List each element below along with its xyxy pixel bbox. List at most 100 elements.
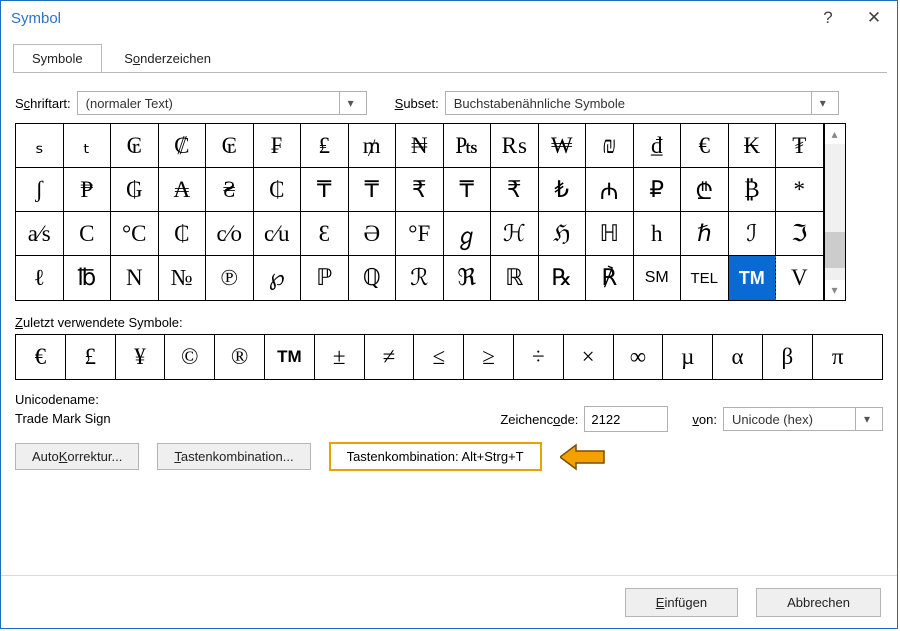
symbol-cell[interactable]: ʃ [16, 168, 64, 212]
symbol-cell[interactable]: ₸ [444, 168, 492, 212]
recent-symbol-cell[interactable]: ≤ [414, 335, 464, 379]
symbol-cell[interactable]: ₨ [491, 124, 539, 168]
recent-symbol-cell[interactable]: µ [663, 335, 713, 379]
recent-symbol-cell[interactable]: ∞ [614, 335, 664, 379]
symbol-grid[interactable]: ₛₜ₢₡₢₣₤₥₦₧₨₩₪₫€₭₮ʃ₱₲₳₴₵₸₸₹₸₹₺₼₽₾₿*a⁄sC°C… [15, 123, 824, 301]
symbol-cell[interactable]: h [634, 212, 682, 256]
symbol-cell[interactable]: N [111, 256, 159, 300]
symbol-cell[interactable]: TEL [681, 256, 729, 300]
symbol-cell[interactable]: ₵ [254, 168, 302, 212]
recent-symbol-cell[interactable]: α [713, 335, 763, 379]
symbol-cell[interactable]: ℞ [539, 256, 587, 300]
symbol-cell[interactable]: a⁄s [16, 212, 64, 256]
recent-symbol-cell[interactable]: π [813, 335, 863, 379]
grid-scrollbar[interactable]: ▴ ▾ [824, 123, 846, 301]
symbol-cell[interactable]: ℙ [301, 256, 349, 300]
recent-symbol-cell[interactable]: × [564, 335, 614, 379]
recent-symbol-cell[interactable]: ÷ [514, 335, 564, 379]
symbol-cell[interactable]: ₱ [64, 168, 112, 212]
symbol-cell[interactable]: ₦ [396, 124, 444, 168]
symbol-cell[interactable]: € [681, 124, 729, 168]
recent-symbol-cell[interactable]: ≥ [464, 335, 514, 379]
symbol-cell[interactable]: ₹ [491, 168, 539, 212]
symbol-cell[interactable]: ℔ [64, 256, 112, 300]
symbol-cell[interactable]: ₼ [586, 168, 634, 212]
recent-symbol-cell[interactable]: β [763, 335, 813, 379]
symbol-cell[interactable]: ℛ [396, 256, 444, 300]
scroll-thumb[interactable] [825, 232, 845, 268]
insert-button[interactable]: Einfügen [625, 588, 738, 617]
symbol-cell[interactable]: ₛ [16, 124, 64, 168]
symbol-cell[interactable]: ₫ [634, 124, 682, 168]
symbol-cell[interactable]: ₜ [64, 124, 112, 168]
symbol-cell[interactable]: ℟ [586, 256, 634, 300]
symbol-cell[interactable]: Ə [349, 212, 397, 256]
symbol-cell[interactable]: ₥ [349, 124, 397, 168]
scroll-up-icon[interactable]: ▴ [825, 124, 845, 144]
recent-symbol-cell[interactable]: TM [265, 335, 315, 379]
symbol-cell[interactable]: ℗ [206, 256, 254, 300]
recent-symbol-cell[interactable]: © [165, 335, 215, 379]
symbol-cell[interactable]: ₤ [301, 124, 349, 168]
symbol-cell[interactable]: Ɛ [301, 212, 349, 256]
font-combo[interactable]: (normaler Text) ▾ [77, 91, 367, 115]
close-button[interactable]: ✕ [851, 1, 897, 35]
symbol-cell[interactable]: ℍ [586, 212, 634, 256]
symbol-cell[interactable]: ₭ [729, 124, 777, 168]
symbol-cell[interactable]: ₩ [539, 124, 587, 168]
symbol-cell[interactable]: ₺ [539, 168, 587, 212]
symbol-cell[interactable]: ₢ [206, 124, 254, 168]
symbol-cell[interactable]: ₹ [396, 168, 444, 212]
recent-symbol-cell[interactable]: ≠ [365, 335, 415, 379]
symbol-cell[interactable]: ₡ [159, 124, 207, 168]
symbol-cell[interactable]: ₣ [254, 124, 302, 168]
symbol-cell[interactable]: ₧ [444, 124, 492, 168]
symbol-cell[interactable]: ℑ [776, 212, 824, 256]
symbol-cell[interactable]: ℐ [729, 212, 777, 256]
symbol-cell[interactable]: ℘ [254, 256, 302, 300]
symbol-cell[interactable]: °F [396, 212, 444, 256]
symbol-cell[interactable]: ℜ [444, 256, 492, 300]
tab-symbols[interactable]: Symbole [13, 44, 102, 72]
help-button[interactable]: ? [805, 1, 851, 35]
symbol-cell[interactable]: ₽ [634, 168, 682, 212]
symbol-cell[interactable]: ₸ [349, 168, 397, 212]
scroll-track[interactable] [825, 144, 845, 280]
symbol-cell[interactable]: ℊ [444, 212, 492, 256]
subset-combo[interactable]: Buchstabenähnliche Symbole ▾ [445, 91, 839, 115]
symbol-cell[interactable]: ₸ [301, 168, 349, 212]
symbol-cell[interactable]: № [159, 256, 207, 300]
recent-symbol-cell[interactable]: £ [66, 335, 116, 379]
recent-symbol-cell[interactable]: € [16, 335, 66, 379]
cancel-button[interactable]: Abbrechen [756, 588, 881, 617]
recent-grid[interactable]: €£¥©®TM±≠≤≥÷×∞µαβπ [15, 334, 883, 380]
symbol-cell[interactable]: ℋ [491, 212, 539, 256]
symbol-cell[interactable]: c⁄u [254, 212, 302, 256]
recent-symbol-cell[interactable]: ® [215, 335, 265, 379]
symbol-cell[interactable]: ₢ [111, 124, 159, 168]
symbol-cell[interactable]: ₮ [776, 124, 824, 168]
autocorrect-button[interactable]: AutoKorrektur... [15, 443, 139, 470]
symbol-cell[interactable]: ₴ [206, 168, 254, 212]
symbol-cell[interactable]: ₿ [729, 168, 777, 212]
symbol-cell[interactable]: * [776, 168, 824, 212]
symbol-cell[interactable]: ℌ [539, 212, 587, 256]
symbol-cell[interactable]: ₾ [681, 168, 729, 212]
symbol-cell[interactable]: ₪ [586, 124, 634, 168]
symbol-cell[interactable]: ℏ [681, 212, 729, 256]
symbol-cell[interactable]: SM [634, 256, 682, 300]
tab-special[interactable]: Sonderzeichen [105, 44, 230, 72]
symbol-cell[interactable]: ℓ [16, 256, 64, 300]
shortcut-button[interactable]: Tastenkombination... [157, 443, 310, 470]
symbol-cell[interactable]: ℝ [491, 256, 539, 300]
symbol-cell[interactable]: TM [729, 256, 777, 300]
symbol-cell[interactable]: ₵ [159, 212, 207, 256]
recent-symbol-cell[interactable]: ¥ [116, 335, 166, 379]
symbol-cell[interactable]: ₳ [159, 168, 207, 212]
recent-symbol-cell[interactable]: ± [315, 335, 365, 379]
symbol-cell[interactable]: ₲ [111, 168, 159, 212]
from-combo[interactable]: Unicode (hex) ▾ [723, 407, 883, 431]
symbol-cell[interactable]: V [776, 256, 824, 300]
symbol-cell[interactable]: °C [111, 212, 159, 256]
symbol-cell[interactable]: c⁄o [206, 212, 254, 256]
